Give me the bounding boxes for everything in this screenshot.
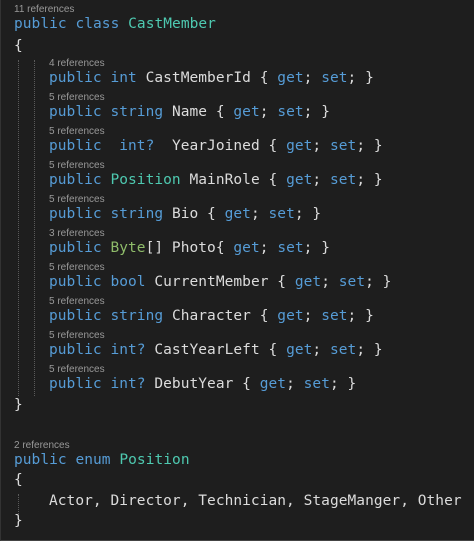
- accessor-keyword: get: [233, 240, 260, 256]
- property-type: int?: [110, 376, 146, 392]
- code-line-property: public Position MainRole { get; set; }: [49, 172, 383, 188]
- codelens-references[interactable]: 5 references: [49, 262, 105, 273]
- accessor-keyword: set: [303, 376, 330, 392]
- accessor-keyword: set: [321, 70, 348, 86]
- keyword-public: public: [49, 240, 102, 256]
- accessor-keyword: get: [259, 376, 287, 392]
- codelens-references[interactable]: 5 references: [49, 296, 105, 307]
- keyword-public: public: [14, 16, 67, 32]
- code-line-property: public string Character { get; set; }: [49, 308, 374, 324]
- indent-guide: [18, 60, 19, 396]
- codelens-references[interactable]: 5 references: [49, 160, 105, 171]
- accessor-keyword: set: [321, 308, 348, 324]
- class-name: CastMember: [128, 16, 216, 32]
- codelens-references[interactable]: 11 references: [14, 4, 74, 15]
- codelens-references[interactable]: 5 references: [49, 330, 105, 341]
- property-declaration: Bio { get; set; }: [171, 206, 322, 222]
- accessor-keyword: set: [338, 274, 366, 290]
- code-editor[interactable]: 11 references public class CastMember { …: [0, 0, 474, 541]
- accessor-keyword: get: [224, 206, 251, 222]
- enum-close-brace: }: [14, 513, 23, 529]
- enum-values: Actor, Director, Technician, StageManger…: [49, 493, 462, 509]
- accessor-keyword: set: [268, 206, 295, 222]
- property-type: int?: [110, 342, 146, 358]
- keyword-public: public: [49, 376, 102, 392]
- codelens-references[interactable]: 4 references: [49, 58, 105, 69]
- accessor-keyword: get: [277, 308, 304, 324]
- keyword-public: public: [14, 452, 67, 468]
- property-declaration: Name { get; set; }: [171, 104, 330, 120]
- keyword-class: class: [75, 16, 120, 32]
- property-type: string: [110, 104, 164, 120]
- indent-guide: [34, 60, 35, 396]
- property-declaration: CastMemberId { get; set; }: [145, 70, 374, 86]
- property-type: Position: [110, 172, 181, 188]
- property-declaration: [] Photo{ get; set; }: [145, 240, 330, 256]
- codelens-references[interactable]: 5 references: [49, 364, 105, 375]
- accessor-keyword: set: [329, 172, 357, 188]
- codelens-references[interactable]: 3 references: [49, 228, 105, 239]
- accessor-keyword: set: [329, 342, 357, 358]
- accessor-keyword: get: [286, 172, 313, 188]
- code-line-enum-declaration: public enum Position: [14, 452, 190, 468]
- property-declaration: Character { get; set; }: [171, 308, 374, 324]
- enum-open-brace: {: [14, 472, 23, 488]
- codelens-references[interactable]: 2 references: [14, 440, 70, 451]
- property-type: string: [110, 308, 164, 324]
- code-line-property: public int CastMemberId { get; set; }: [49, 70, 374, 86]
- accessor-keyword: set: [277, 104, 304, 120]
- property-type: string: [110, 206, 164, 222]
- code-line-property: public string Bio { get; set; }: [49, 206, 321, 222]
- keyword-public: public: [49, 138, 102, 154]
- property-type: int: [110, 70, 137, 86]
- code-line-property: public bool CurrentMember { get; set; }: [49, 274, 391, 290]
- accessor-keyword: set: [277, 240, 304, 256]
- keyword-public: public: [49, 342, 102, 358]
- code-line-property: public int? DebutYear { get; set; }: [49, 376, 356, 392]
- codelens-references[interactable]: 5 references: [49, 92, 105, 103]
- property-declaration: YearJoined { get; set; }: [171, 138, 383, 154]
- keyword-public: public: [49, 70, 102, 86]
- property-type: int?: [119, 138, 155, 154]
- property-declaration: DebutYear { get; set; }: [154, 376, 357, 392]
- property-type: Byte: [110, 240, 146, 256]
- keyword-public: public: [49, 274, 102, 290]
- accessor-keyword: get: [294, 274, 322, 290]
- code-line-property: public Byte[] Photo{ get; set; }: [49, 240, 330, 256]
- property-declaration: CastYearLeft { get; set; }: [154, 342, 383, 358]
- property-type: bool: [110, 274, 146, 290]
- keyword-public: public: [49, 104, 102, 120]
- codelens-references[interactable]: 5 references: [49, 194, 105, 205]
- property-declaration: MainRole { get; set; }: [189, 172, 383, 188]
- accessor-keyword: get: [233, 104, 260, 120]
- accessor-keyword: get: [286, 138, 313, 154]
- keyword-public: public: [49, 206, 102, 222]
- accessor-keyword: get: [277, 70, 304, 86]
- accessor-keyword: get: [286, 342, 313, 358]
- keyword-enum: enum: [75, 452, 111, 468]
- code-line-class-declaration: public class CastMember: [14, 16, 216, 32]
- close-brace: }: [14, 397, 23, 413]
- indent-guide: [18, 494, 19, 514]
- code-line-property: public int? YearJoined { get; set; }: [49, 138, 383, 154]
- property-declaration: CurrentMember { get; set; }: [154, 274, 392, 290]
- open-brace: {: [14, 38, 23, 54]
- code-line-property: public int? CastYearLeft { get; set; }: [49, 342, 383, 358]
- code-line-property: public string Name { get; set; }: [49, 104, 330, 120]
- keyword-public: public: [49, 172, 102, 188]
- codelens-references[interactable]: 5 references: [49, 126, 105, 137]
- accessor-keyword: set: [329, 138, 357, 154]
- enum-name: Position: [119, 452, 190, 468]
- keyword-public: public: [49, 308, 102, 324]
